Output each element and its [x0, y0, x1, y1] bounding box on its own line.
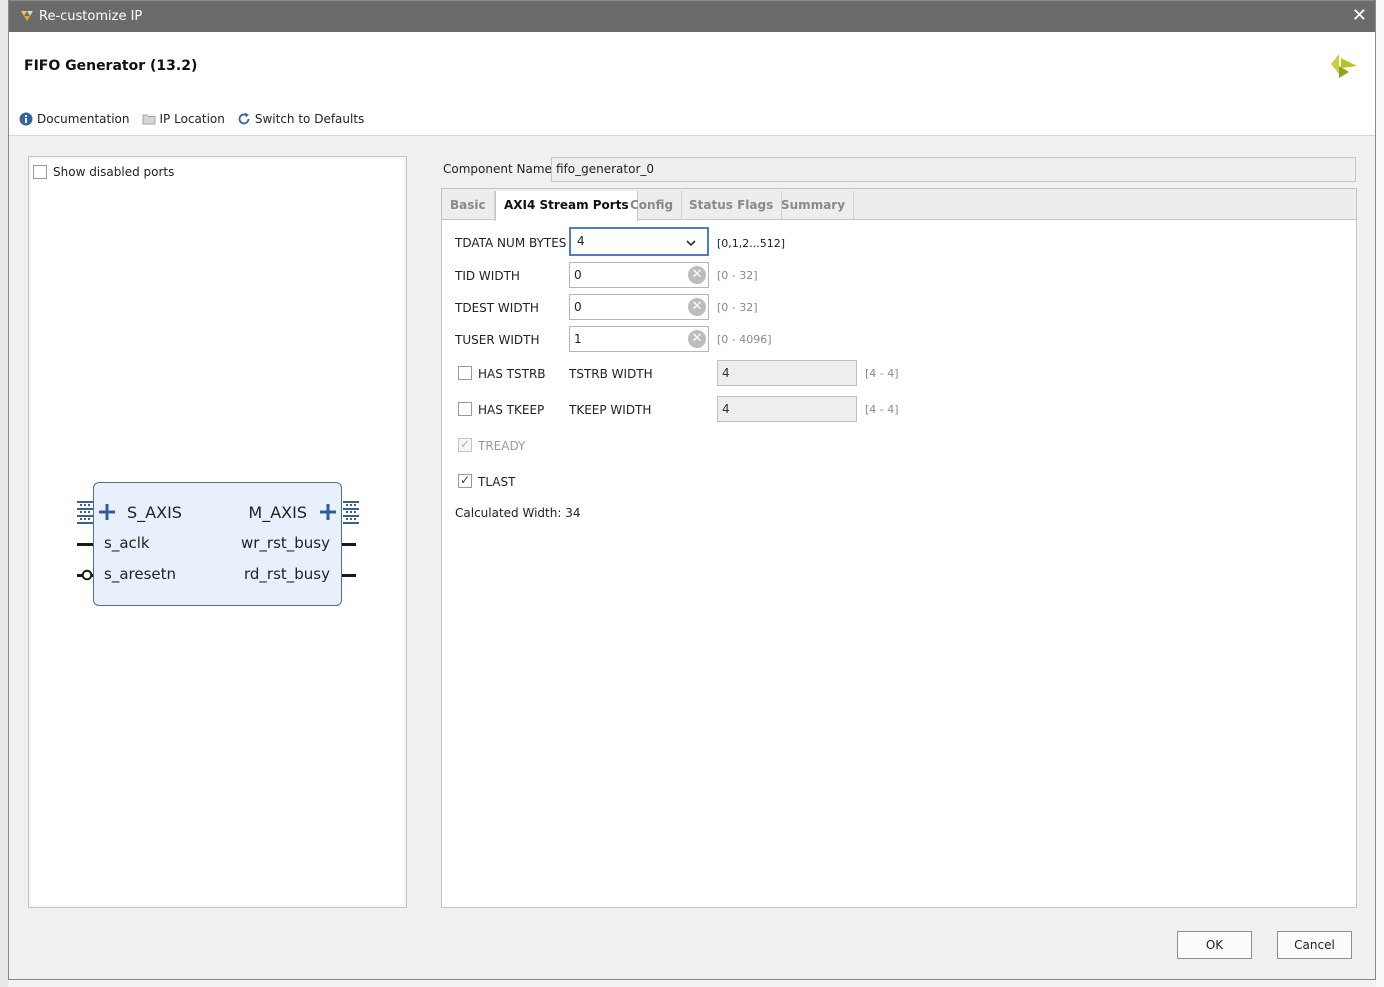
close-button[interactable]: ✕ [1352, 6, 1367, 26]
tab-summary[interactable]: Summary [773, 191, 855, 220]
tid-width-value: 0 [574, 268, 582, 282]
m-axis-bus-icon [343, 501, 359, 524]
background-window-right [1376, 0, 1384, 987]
tid-width-label: TID WIDTH [455, 269, 520, 283]
m-axis-expand-icon[interactable] [320, 504, 336, 520]
tdest-clear-icon[interactable]: ✕ [688, 298, 706, 316]
folder-icon [142, 114, 156, 125]
tab-basic[interactable]: Basic [442, 191, 495, 220]
ip-title: FIFO Generator (13.2) [24, 58, 198, 74]
active-low-bubble-icon [81, 569, 93, 581]
dialog-header: FIFO Generator (13.2) Documentation IP L… [9, 32, 1375, 136]
s-aclk-pin [77, 543, 93, 546]
port-m-axis: M_AXIS [248, 503, 307, 522]
tab-bar: Basic AXI4 Stream Ports Config Status Fl… [442, 189, 1356, 221]
ip-symbol-panel: Show disabled ports S_AXIS M_AXIS s_aclk… [28, 156, 407, 908]
recustomize-ip-dialog: Re-customize IP ✕ FIFO Generator (13.2) … [8, 0, 1376, 980]
port-s-aresetn: s_aresetn [104, 565, 177, 583]
tkeep-width-label: TKEEP WIDTH [569, 403, 652, 417]
info-icon [19, 112, 33, 126]
tstrb-width-input: 4 [717, 360, 857, 386]
tdata-num-bytes-value: 4 [577, 234, 585, 248]
tab-config[interactable]: Config [622, 191, 683, 220]
ip-location-button[interactable]: IP Location [142, 112, 225, 126]
tdata-num-bytes-select[interactable]: 4 [569, 227, 709, 256]
tlast-label: TLAST [478, 475, 516, 489]
show-disabled-ports-label: Show disabled ports [53, 165, 175, 179]
tdest-width-label: TDEST WIDTH [455, 301, 539, 315]
tab-status-flags[interactable]: Status Flags [681, 191, 783, 220]
vivado-logo-icon [21, 11, 33, 21]
component-name-field[interactable]: fifo_generator_0 [551, 157, 1356, 182]
fifo-generator-symbol: S_AXIS M_AXIS s_aclk wr_rst_busy s_arese… [93, 482, 342, 606]
ok-button[interactable]: OK [1177, 931, 1252, 959]
documentation-label: Documentation [37, 112, 130, 126]
xilinx-logo-icon [1331, 54, 1357, 78]
tkeep-width-input: 4 [717, 396, 857, 422]
tdest-range: [0 - 32] [717, 301, 758, 314]
tab-axi4-stream-ports[interactable]: AXI4 Stream Ports [495, 191, 638, 221]
tready-label: TREADY [478, 439, 526, 453]
calculated-width-text: Calculated Width: 34 [455, 506, 581, 520]
title-bar: Re-customize IP ✕ [9, 1, 1375, 32]
tid-width-input[interactable]: 0 ✕ [569, 262, 709, 288]
ip-location-label: IP Location [159, 112, 225, 126]
has-tstrb-checkbox[interactable] [458, 366, 472, 380]
port-rd-rst-busy: rd_rst_busy [243, 565, 330, 583]
show-disabled-ports-row: Show disabled ports [33, 165, 174, 179]
documentation-button[interactable]: Documentation [19, 112, 130, 126]
tuser-clear-icon[interactable]: ✕ [688, 330, 706, 348]
background-window-left [0, 0, 8, 987]
rd-rst-busy-pin [342, 574, 356, 577]
has-tkeep-checkbox[interactable] [458, 402, 472, 416]
tdest-width-input[interactable]: 0 ✕ [569, 294, 709, 320]
window-title: Re-customize IP [39, 9, 143, 24]
wr-rst-busy-pin [342, 543, 356, 546]
tid-range: [0 - 32] [717, 269, 758, 282]
tlast-checkbox[interactable] [458, 473, 472, 488]
configuration-panel: Component Name fifo_generator_0 Basic AX… [440, 151, 1358, 909]
tuser-width-input[interactable]: 1 ✕ [569, 326, 709, 352]
port-wr-rst-busy: wr_rst_busy [240, 534, 330, 552]
show-disabled-ports-checkbox[interactable] [33, 165, 47, 179]
tkeep-range: [4 - 4] [865, 403, 899, 416]
switch-defaults-label: Switch to Defaults [254, 112, 365, 126]
tuser-width-label: TUSER WIDTH [455, 333, 540, 347]
tdata-num-bytes-label: TDATA NUM BYTES [455, 236, 567, 250]
tstrb-width-label: TSTRB WIDTH [569, 367, 653, 381]
tdest-width-value: 0 [574, 300, 582, 314]
port-s-aclk: s_aclk [104, 534, 150, 552]
tready-checkbox [458, 437, 472, 452]
port-s-axis: S_AXIS [127, 503, 182, 522]
tab-container: Basic AXI4 Stream Ports Config Status Fl… [441, 188, 1357, 908]
toolbar: Documentation IP Location Switch to Defa… [19, 109, 376, 129]
tdata-range: [0,1,2...512] [717, 237, 786, 250]
has-tkeep-label: HAS TKEEP [478, 403, 545, 417]
tuser-range: [0 - 4096] [717, 333, 772, 346]
has-tstrb-label: HAS TSTRB [478, 367, 546, 381]
tid-clear-icon[interactable]: ✕ [688, 266, 706, 284]
chevron-down-icon [686, 240, 696, 247]
tstrb-range: [4 - 4] [865, 367, 899, 380]
switch-defaults-button[interactable]: Switch to Defaults [237, 112, 364, 126]
refresh-icon [238, 112, 250, 125]
s-axis-expand-icon[interactable] [99, 504, 115, 520]
cancel-button[interactable]: Cancel [1277, 931, 1352, 959]
component-name-label: Component Name [443, 162, 552, 176]
tuser-width-value: 1 [574, 332, 582, 346]
